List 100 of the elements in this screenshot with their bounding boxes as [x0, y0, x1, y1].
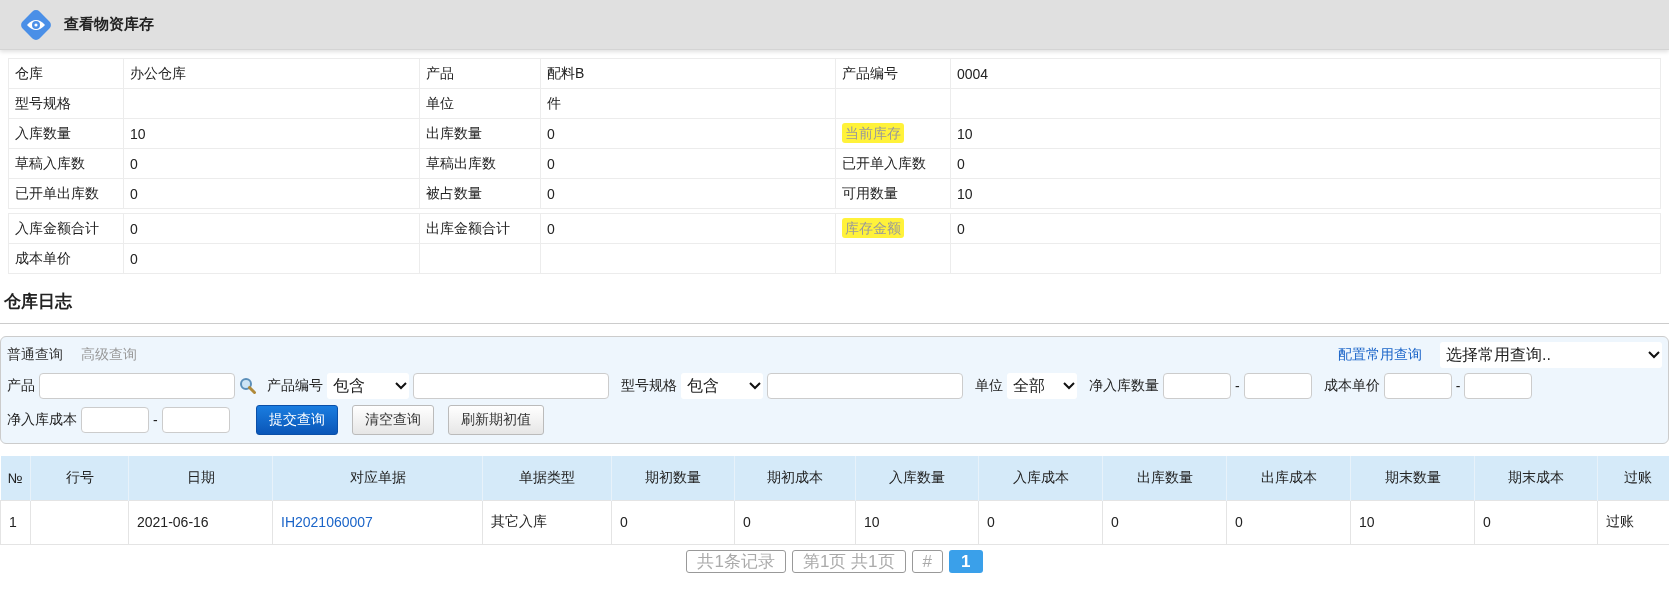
field-label: 出库金额合计: [426, 219, 510, 236]
field-value: 0: [547, 220, 555, 237]
column-header: 日期: [128, 456, 273, 500]
field-value: 0: [130, 220, 138, 237]
field-label: 当前库存: [842, 122, 904, 143]
pager-info: 共1条记录: [686, 549, 786, 573]
column-header: 单据类型: [482, 456, 612, 500]
column-header: 入库数量: [855, 456, 979, 500]
filter-label: 成本单价: [1323, 377, 1380, 395]
range-to-input[interactable]: [161, 407, 230, 433]
table-cell: 0: [620, 514, 628, 530]
query-button[interactable]: 刷新期初值: [447, 405, 544, 435]
field-label: 出库数量: [426, 124, 482, 141]
field-label: 已开单出库数: [15, 184, 99, 201]
field-value: 办公仓库: [130, 64, 186, 81]
column-header: 出库成本: [1226, 456, 1351, 500]
chevron-down-icon: [1063, 382, 1075, 390]
field-label: 产品编号: [842, 64, 898, 81]
product-input[interactable]: [39, 373, 235, 399]
field-value: 0: [957, 155, 965, 172]
column-header: №: [0, 456, 31, 500]
field-value: 0: [130, 155, 138, 172]
range-separator: -: [1235, 378, 1240, 394]
field-label: 可用数量: [842, 184, 898, 201]
table-cell: 0: [987, 514, 995, 530]
range-separator: -: [1455, 378, 1461, 394]
filter-label: 产品: [7, 377, 35, 395]
table-cell: 0: [1111, 514, 1119, 530]
section-title: 仓库日志: [0, 278, 1669, 324]
column-header: 期末数量: [1350, 456, 1475, 500]
field-value: 10: [957, 125, 973, 142]
field-value: 0: [130, 250, 138, 267]
field-value: 10: [957, 185, 973, 202]
document-link[interactable]: IH2021060007: [281, 514, 373, 530]
column-header: 期初数量: [611, 456, 735, 500]
filter-input[interactable]: [413, 373, 609, 399]
field-value: 0: [547, 185, 555, 202]
preset-query-select[interactable]: 选择常用查询..: [1440, 342, 1662, 368]
range-to-input[interactable]: [1243, 373, 1312, 399]
field-value: 0: [957, 220, 965, 237]
field-value: 0: [547, 155, 555, 172]
column-header: 期末成本: [1474, 456, 1598, 500]
field-label: 库存金额: [842, 217, 904, 238]
range-from-input[interactable]: [1383, 373, 1452, 399]
table-cell: 0: [1483, 514, 1491, 530]
chevron-down-icon: [749, 382, 761, 390]
pager-info: #: [911, 549, 944, 573]
chevron-down-icon: [1648, 351, 1660, 359]
query-tab[interactable]: 普通查询: [7, 346, 63, 364]
field-label: 型号规格: [15, 94, 71, 111]
field-value: 0: [130, 185, 138, 202]
field-label: 已开单入库数: [842, 154, 926, 171]
table-cell: 10: [864, 514, 880, 530]
chevron-down-icon: [395, 382, 407, 390]
field-label: 单位: [426, 94, 454, 111]
range-from-input[interactable]: [1163, 373, 1231, 399]
table-cell: 2021-06-16: [137, 514, 209, 530]
query-button[interactable]: 清空查询: [351, 405, 434, 435]
table-cell: 0: [1235, 514, 1243, 530]
field-value: 0: [547, 125, 555, 142]
page-title: 查看物资库存: [64, 15, 154, 34]
table-cell: 1: [9, 514, 17, 530]
field-label: 入库金额合计: [15, 219, 99, 236]
column-header: 入库成本: [978, 456, 1103, 500]
filter-label: 型号规格: [621, 377, 677, 395]
field-label: 草稿入库数: [15, 154, 85, 171]
field-label: 成本单价: [15, 249, 71, 266]
filter-label: 产品编号: [267, 377, 323, 395]
column-header: 行号: [30, 456, 129, 500]
range-from-input[interactable]: [81, 407, 149, 433]
table-cell: 0: [743, 514, 751, 530]
query-button[interactable]: 提交查询: [255, 405, 338, 435]
field-label: 被占数量: [426, 184, 482, 201]
pager-info: 第1页 共1页: [791, 549, 906, 573]
filter-label: 单位: [975, 377, 1003, 395]
field-label: 仓库: [15, 64, 43, 81]
magnifier-icon[interactable]: [239, 377, 257, 395]
field-value: 10: [130, 125, 146, 142]
table-cell: 其它入库: [491, 513, 547, 529]
field-label: 入库数量: [15, 124, 71, 141]
column-header: 期初成本: [734, 456, 856, 500]
filter-label: 净入库数量: [1089, 377, 1159, 395]
config-query-link[interactable]: 配置常用查询: [1338, 346, 1422, 364]
column-header: 出库数量: [1102, 456, 1227, 500]
column-header: 过账: [1597, 456, 1669, 500]
field-value: 0004: [957, 65, 989, 82]
range-to-input[interactable]: [1464, 373, 1533, 399]
operator-select[interactable]: 包含: [327, 373, 409, 399]
filter-label: 净入库成本: [7, 411, 77, 429]
field-value: 配料B: [547, 64, 585, 81]
unit-select[interactable]: 全部: [1007, 373, 1077, 399]
table-cell: 10: [1359, 514, 1375, 530]
operator-select[interactable]: 包含: [681, 373, 763, 399]
field-value: 件: [547, 94, 561, 111]
column-header: 对应单据: [272, 456, 483, 500]
field-label: 草稿出库数: [426, 154, 496, 171]
table-cell: 过账: [1606, 513, 1634, 529]
range-separator: -: [153, 412, 158, 428]
field-label: 产品: [426, 64, 454, 81]
filter-input[interactable]: [767, 373, 963, 399]
